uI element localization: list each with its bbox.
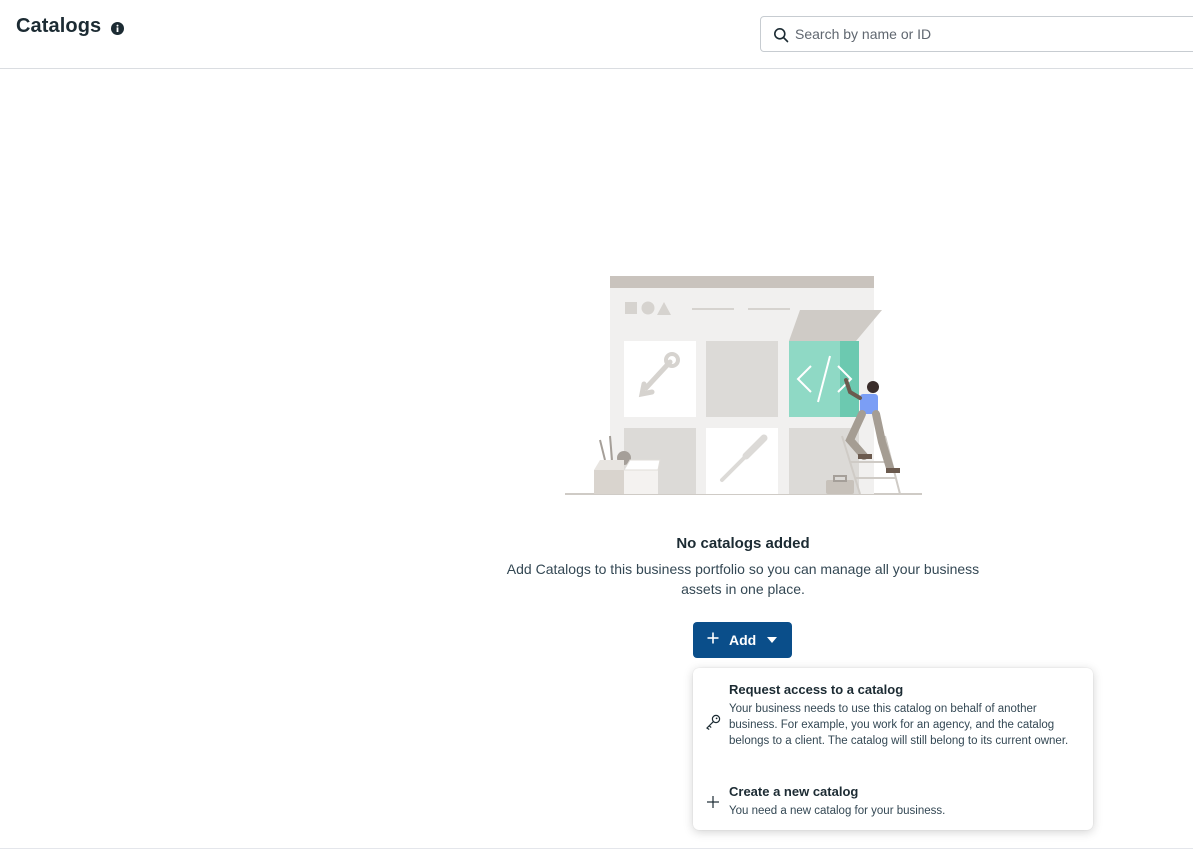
plus-icon [707, 632, 719, 644]
search-input[interactable] [795, 18, 1185, 50]
plus-icon [707, 796, 719, 808]
add-dropdown-menu: Request access to a catalog Your busines… [693, 668, 1093, 830]
empty-catalog-illustration [565, 276, 922, 495]
menu-item-description: Your business needs to use this catalog … [729, 703, 1069, 747]
menu-item-title: Create a new catalog [729, 784, 859, 799]
page-title: Catalogs [16, 15, 102, 37]
menu-item-title: Request access to a catalog [729, 682, 904, 697]
menu-item-description: You need a new catalog for your business… [729, 805, 946, 817]
empty-state-description: Add Catalogs to this business portfolio … [506, 561, 980, 597]
search-icon [774, 28, 789, 43]
search-box[interactable] [760, 16, 1193, 52]
info-icon[interactable] [111, 22, 124, 35]
key-icon [706, 714, 721, 730]
page-header: Catalogs [0, 0, 1193, 69]
menu-item-request-access[interactable]: Request access to a catalog Your busines… [693, 668, 1093, 770]
add-button-label: Add [729, 632, 757, 648]
menu-item-create-catalog[interactable]: Create a new catalog You need a new cata… [693, 772, 1093, 828]
empty-state-title: No catalogs added [676, 535, 810, 552]
caret-down-icon [767, 637, 777, 643]
add-button[interactable]: Add [693, 622, 792, 658]
